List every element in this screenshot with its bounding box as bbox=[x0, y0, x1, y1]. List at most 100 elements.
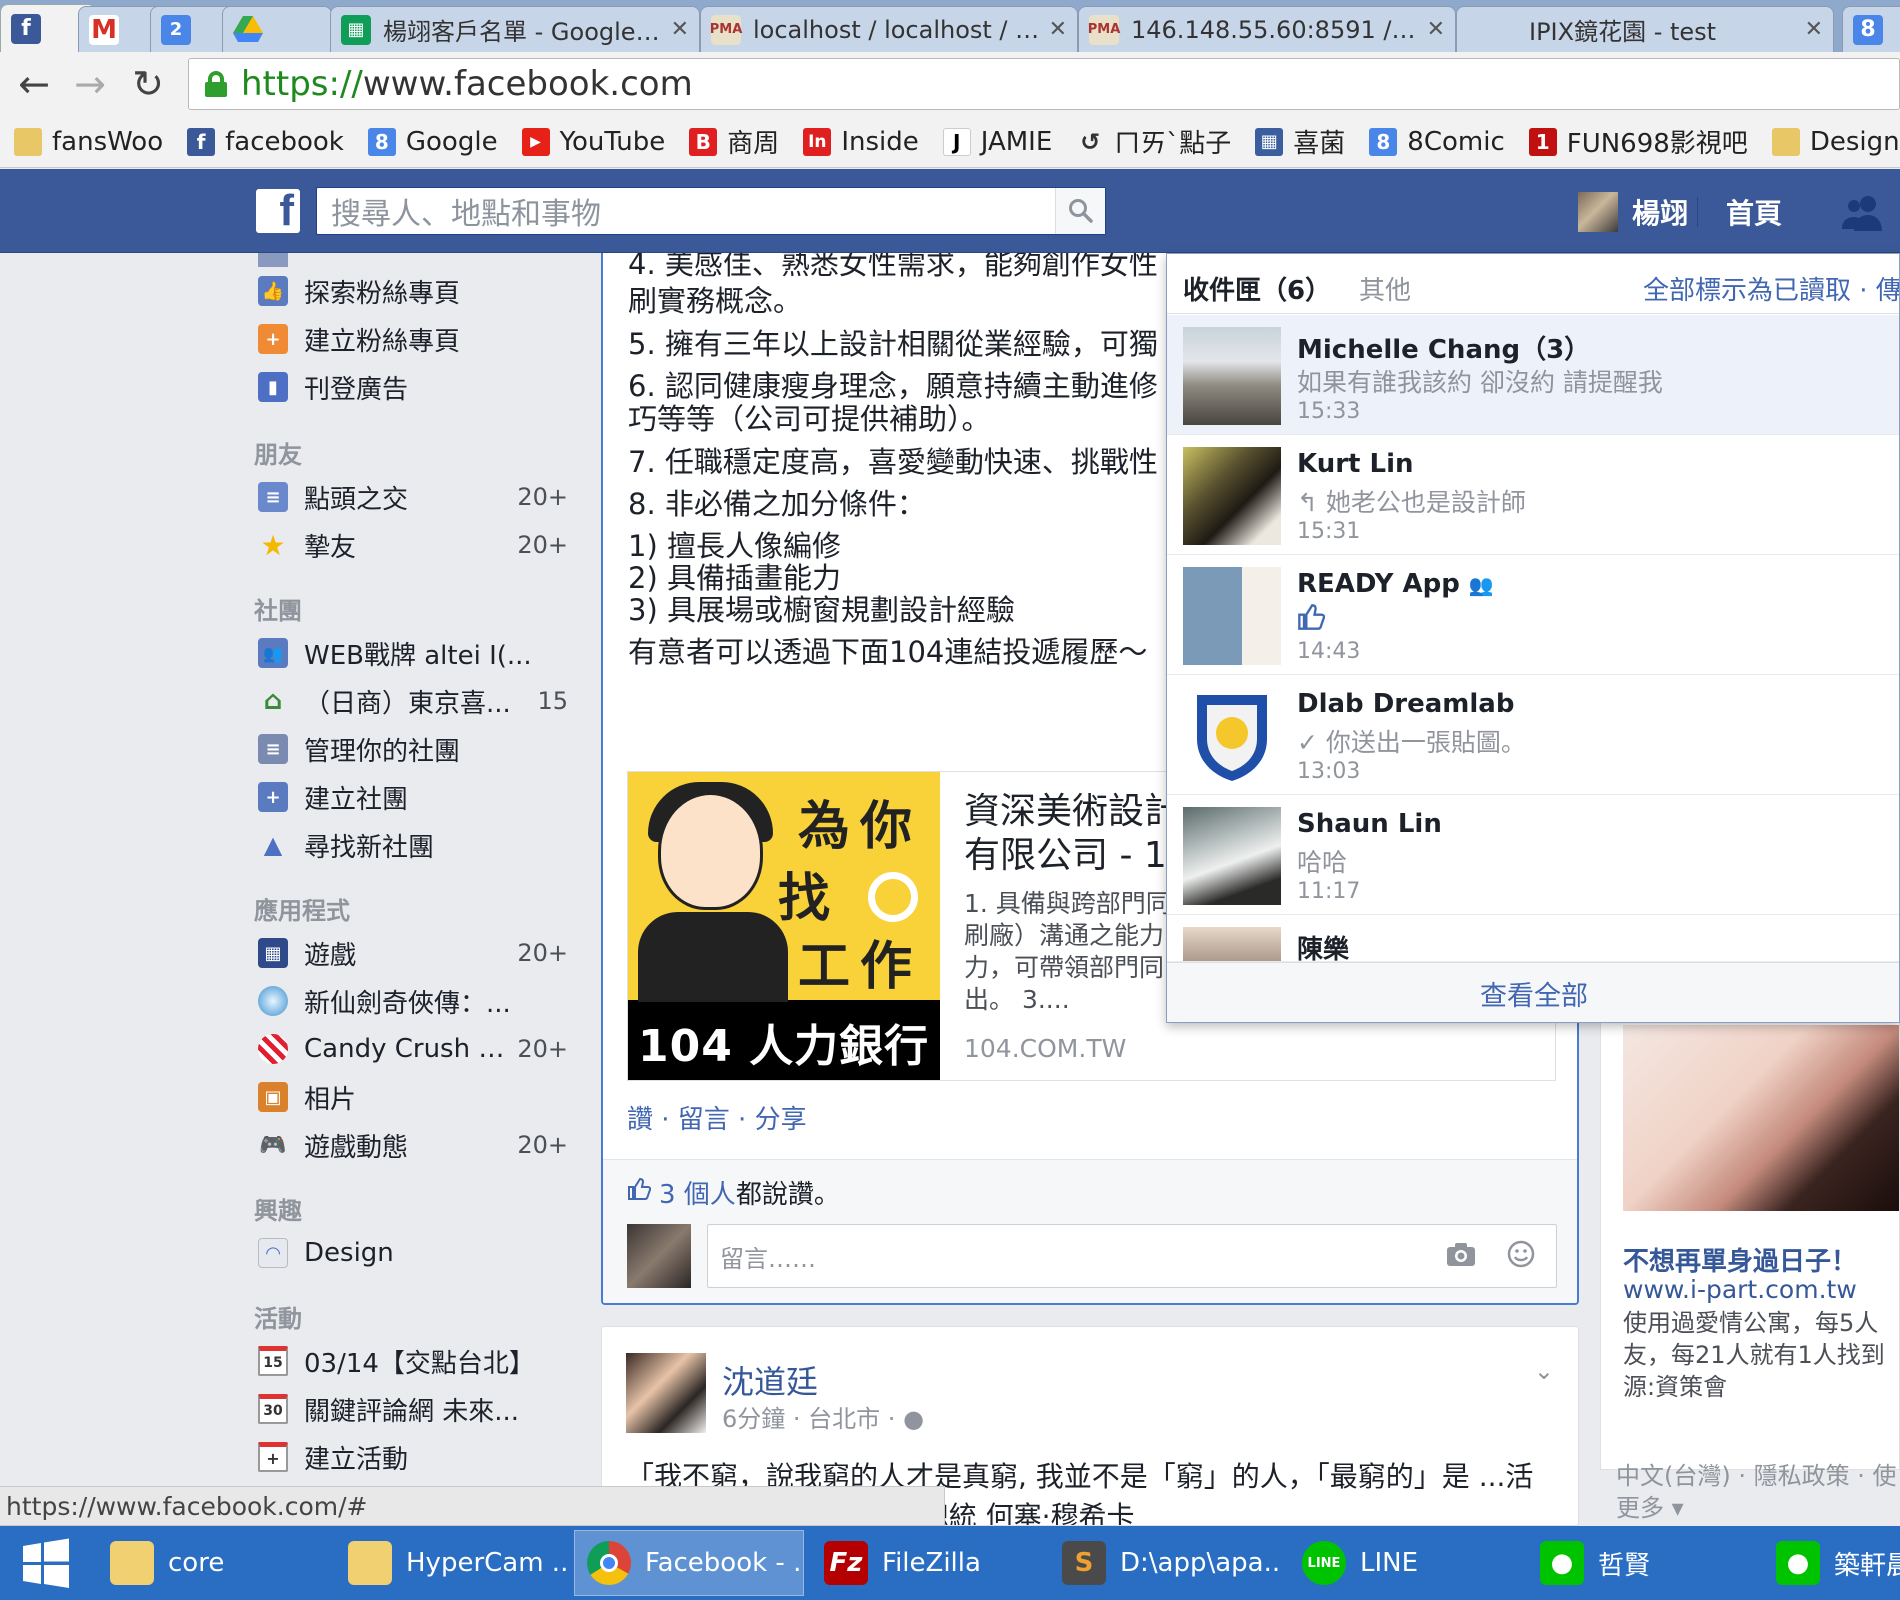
sidebar-item-create-group[interactable]: + 建立社團 bbox=[258, 777, 568, 817]
bookmark-xijun[interactable]: ▦ 喜菌 bbox=[1255, 123, 1345, 160]
taskbar-item-line-chat-2[interactable]: ● 築軒晨 bbox=[1764, 1530, 1900, 1596]
profile-link[interactable]: 楊翊 bbox=[1578, 191, 1688, 233]
sidebar-item-find-groups[interactable]: ▲ 尋找新社團 bbox=[258, 825, 568, 865]
ad-image[interactable] bbox=[1623, 1025, 1899, 1211]
friend-requests-icon[interactable] bbox=[1838, 193, 1886, 231]
ad-domain[interactable]: www.i-part.com.tw bbox=[1623, 1275, 1857, 1304]
sidebar-item-design[interactable]: ◠ Design bbox=[258, 1233, 568, 1273]
sidebar-item-game-sword[interactable]: 新仙劍奇俠傳：... bbox=[258, 981, 568, 1021]
sidebar-item-ads[interactable]: ▮ 刊登廣告 bbox=[258, 367, 568, 407]
footer-links[interactable]: 中文(台灣) · 隱私政策 · 使 bbox=[1616, 1460, 1897, 1492]
close-icon[interactable]: ✕ bbox=[1049, 17, 1067, 42]
footer-more[interactable]: 更多 ▾ bbox=[1616, 1492, 1897, 1524]
camera-icon[interactable] bbox=[1446, 1241, 1476, 1273]
link-preview-image: 為你 找 工作 104 人力銀行 bbox=[628, 772, 940, 1080]
bookmark-maidianzi[interactable]: ↺ ㄇㄞˋ點子 bbox=[1076, 123, 1231, 160]
section-title-apps: 應用程式 bbox=[254, 897, 350, 925]
avatar[interactable] bbox=[626, 1353, 706, 1433]
sidebar-item-label: Candy Crush Saga bbox=[304, 1034, 511, 1064]
bookmark-8comic[interactable]: 8 8Comic bbox=[1369, 127, 1505, 157]
message-thread[interactable]: Dlab Dreamlab ✓ 你送出一張貼圖。 13:03 bbox=[1167, 675, 1899, 795]
tab-ipix[interactable]: IPIX鏡花園 - test ✕ bbox=[1456, 6, 1834, 52]
bookmark-facebook[interactable]: f facebook bbox=[187, 127, 344, 157]
taskbar-item-chrome[interactable]: Facebook - ... bbox=[574, 1530, 804, 1596]
tab-other[interactable]: 其他 bbox=[1359, 270, 1411, 307]
chevron-down-icon[interactable]: ⌄ bbox=[1534, 1357, 1554, 1385]
comment-input[interactable]: 留言…… bbox=[707, 1224, 1557, 1288]
reload-icon[interactable]: ↻ bbox=[124, 60, 172, 108]
see-all-messages-link[interactable]: 查看全部 bbox=[1167, 962, 1899, 1022]
sidebar-item-create-page[interactable]: + 建立粉絲專頁 bbox=[258, 319, 568, 359]
taskbar-item-core[interactable]: core bbox=[98, 1530, 328, 1596]
sidebar-item-event-2[interactable]: 30 關鍵評論網 未來... bbox=[258, 1389, 568, 1429]
bookmark-inside[interactable]: In Inside bbox=[803, 127, 919, 157]
sidebar-item-group-web[interactable]: 👥 WEB戰牌 altei I(... bbox=[258, 633, 568, 673]
sidebar-item-manage-groups[interactable]: ≡ 管理你的社團 bbox=[258, 729, 568, 769]
likes-count-link[interactable]: 3 個人 bbox=[659, 1174, 736, 1211]
tab-sheets[interactable]: ▦ 楊翊客戶名單 - Google 試 ✕ bbox=[330, 6, 700, 52]
bookmark-jamie[interactable]: J JAMIE bbox=[942, 127, 1052, 157]
bookmark-google[interactable]: 8 Google bbox=[367, 127, 498, 157]
sidebar-item-acquaintances[interactable]: ≡ 點頭之交 20+ bbox=[258, 477, 568, 517]
sidebar-item-candy-crush[interactable]: Candy Crush Saga20+ bbox=[258, 1029, 568, 1069]
sidebar-item-create-event[interactable]: + 建立活動 bbox=[258, 1437, 568, 1477]
message-time: 15:33 bbox=[1297, 399, 1361, 424]
windows-start-icon[interactable] bbox=[0, 1526, 92, 1600]
taskbar-item-filezilla[interactable]: Fz FileZilla bbox=[812, 1530, 1042, 1596]
sidebar-item-event-1[interactable]: 15 03/14【交點台北】 bbox=[258, 1341, 568, 1381]
close-icon[interactable]: ✕ bbox=[1805, 17, 1823, 42]
j-icon: J bbox=[942, 127, 971, 156]
folder-icon bbox=[348, 1541, 392, 1585]
tab-google[interactable]: 8 bbox=[1842, 6, 1900, 52]
facebook-logo-icon[interactable]: f bbox=[256, 189, 300, 233]
tab-localhost[interactable]: PMA localhost / localhost / fs_ ✕ bbox=[700, 6, 1078, 52]
sidebar-item-label: 建立社團 bbox=[304, 784, 409, 815]
sidebar-item-group-tokyo[interactable]: ⌂ （日商）東京喜... 15 bbox=[258, 681, 568, 721]
address-bar[interactable]: https://www.facebook.com bbox=[188, 58, 1900, 110]
sidebar-item-cut[interactable] bbox=[258, 253, 568, 267]
games-icon: ▦ bbox=[258, 938, 288, 968]
sidebar-item-close-friends[interactable]: ★ 摯友 20+ bbox=[258, 525, 568, 565]
search-icon[interactable] bbox=[1055, 188, 1105, 234]
bookmark-youtube[interactable]: ▶ YouTube bbox=[521, 127, 665, 157]
forward-arrow-icon[interactable]: → bbox=[66, 60, 114, 108]
ad-title[interactable]: 不想再單身過日子！ bbox=[1623, 1241, 1857, 1278]
taskbar-item-line[interactable]: LINE LINE bbox=[1290, 1530, 1520, 1596]
sidebar-item-explore-pages[interactable]: 👍 探索粉絲專頁 bbox=[258, 271, 568, 311]
taskbar-item-hypercam[interactable]: HyperCam ... bbox=[336, 1530, 568, 1596]
taskbar-item-line-chat-1[interactable]: ● 哲賢 bbox=[1528, 1530, 1758, 1596]
home-link[interactable]: 首頁 bbox=[1726, 191, 1782, 233]
message-thread[interactable]: Kurt Lin ↰ 她老公也是設計師 15:31 bbox=[1167, 435, 1899, 555]
message-thread[interactable]: 陳樂 bbox=[1167, 915, 1899, 962]
close-icon[interactable]: ✕ bbox=[1427, 17, 1445, 42]
message-thread[interactable]: Michelle Chang（3） 如果有誰我該約 卻沒約 請提醒我 15:33 bbox=[1167, 315, 1899, 435]
filezilla-icon: Fz bbox=[824, 1541, 868, 1585]
sidebar-item-game-feed[interactable]: 🎮 遊戲動態 20+ bbox=[258, 1125, 568, 1165]
sidebar-item-label: 摯友 bbox=[304, 532, 357, 563]
sidebar-item-games[interactable]: ▦ 遊戲 20+ bbox=[258, 933, 568, 973]
message-thread[interactable]: Shaun Lin 哈哈 11:17 bbox=[1167, 795, 1899, 915]
close-icon[interactable]: ✕ bbox=[671, 17, 689, 42]
bookmark-design[interactable]: Design bbox=[1771, 127, 1900, 157]
back-arrow-icon[interactable]: ← bbox=[10, 60, 58, 108]
mark-all-read-link[interactable]: 全部標示為已讀取 · 傳 bbox=[1643, 270, 1899, 307]
fb-search-input[interactable]: 搜尋人、地點和事物 bbox=[316, 187, 1106, 235]
message-thread[interactable]: READY App 👥 14:43 bbox=[1167, 555, 1899, 675]
bookmark-shangzhou[interactable]: B 商周 bbox=[689, 123, 779, 160]
post-actions[interactable]: 讚 · 留言 · 分享 bbox=[627, 1099, 807, 1136]
bookmark-fanswoo[interactable]: fansWoo bbox=[14, 127, 163, 157]
tab-drive[interactable] bbox=[222, 6, 332, 52]
drive-icon bbox=[233, 15, 263, 45]
sidebar-item-photos[interactable]: ▣ 相片 bbox=[258, 1077, 568, 1117]
tab-remote-db[interactable]: PMA 146.148.55.60:8591 / loc ✕ bbox=[1078, 6, 1456, 52]
bookmark-fun698[interactable]: 1 FUN698影視吧 bbox=[1528, 123, 1748, 160]
tab-inbox[interactable]: 收件匣（6） bbox=[1183, 270, 1331, 307]
post-author[interactable]: 沈道廷 bbox=[722, 1357, 818, 1403]
image-figure-body bbox=[638, 912, 788, 1002]
sidebar-item-label: 遊戲動態 bbox=[304, 1132, 409, 1163]
taskbar-item-sublime[interactable]: S D:\app\apa... bbox=[1050, 1530, 1280, 1596]
emoji-icon[interactable] bbox=[1506, 1239, 1536, 1275]
post-text-line: 有意者可以透過下面104連結投遞履歷～ bbox=[628, 635, 1148, 669]
sponsored-ad[interactable]: 不想再單身過日子！ www.i-part.com.tw 使用過愛情公寓，每5人 … bbox=[1600, 1020, 1900, 1470]
message-time: 11:17 bbox=[1297, 879, 1361, 904]
